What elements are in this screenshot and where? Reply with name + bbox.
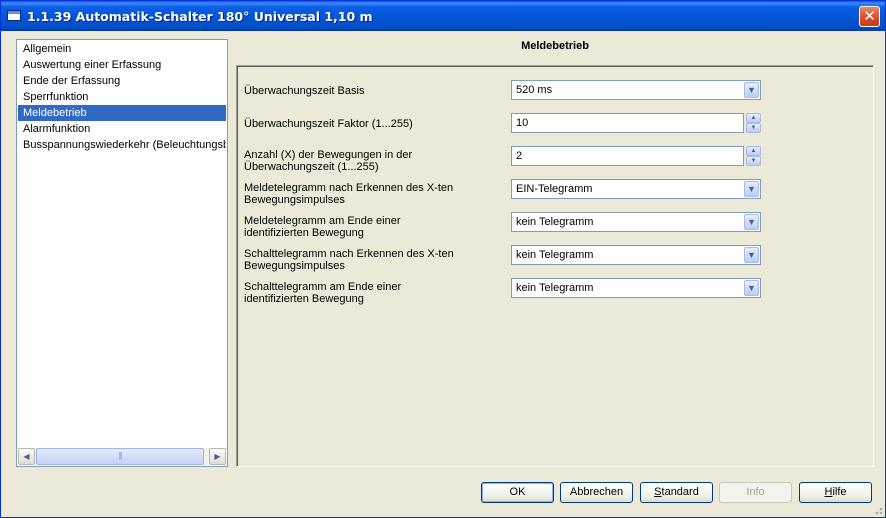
field-value: EIN-Telegramm <box>516 183 593 195</box>
panel-title: Meldebetrieb <box>521 40 589 52</box>
chevron-down-icon[interactable]: ▼ <box>744 280 759 296</box>
param-label-line: Meldetelegramm nach Erkennen des X-ten <box>244 182 454 194</box>
standard-button[interactable]: Standard <box>640 482 713 503</box>
parameter-panel: Überwachungszeit Basis 520 ms ▼ Überwachung… <box>236 65 874 467</box>
dropdown-select[interactable]: 520 ms ▼ <box>511 80 761 100</box>
dropdown-select[interactable]: kein Telegramm ▼ <box>511 278 761 298</box>
spinner-buttons: ▲ ▼ <box>746 146 761 166</box>
param-label: Überwachungszeit Faktor (1...255) <box>244 118 504 130</box>
param-label: Schalttelegramm am Ende einer identifizie… <box>244 281 504 305</box>
tree-item[interactable]: Allgemein <box>18 41 226 57</box>
dropdown-select[interactable]: kein Telegramm ▼ <box>511 212 761 232</box>
param-label-line: Überwachungszeit Faktor (1...255) <box>244 118 413 130</box>
spin-up-icon[interactable]: ▲ <box>746 146 761 156</box>
param-label-line: Überwachungszeit (1...255) <box>244 161 379 173</box>
tree-items: Allgemein Auswertung einer Erfassung Ende … <box>18 41 226 445</box>
window-icon <box>7 10 21 21</box>
param-label-line: Bewegungsimpulses <box>244 194 345 206</box>
field-value: kein Telegramm <box>516 249 594 261</box>
field-value: kein Telegramm <box>516 282 594 294</box>
chevron-down-icon[interactable]: ▼ <box>744 82 759 98</box>
param-label-line: Meldetelegramm am Ende einer <box>244 215 401 227</box>
param-label-line: identifizierten Bewegung <box>244 227 364 239</box>
param-label-line: Überwachungszeit Basis <box>244 85 365 97</box>
number-input[interactable]: 2 <box>511 146 744 166</box>
param-label: Überwachungszeit Basis <box>244 85 504 97</box>
field-value: 520 ms <box>516 84 553 96</box>
scroll-right-icon[interactable]: ▶ <box>209 448 226 465</box>
param-label-line: identifizierten Bewegung <box>244 293 364 305</box>
dialog-window: 1.1.39 Automatik-Schalter 180° Universal… <box>0 0 886 518</box>
resize-grip-icon[interactable] <box>873 505 883 515</box>
parameter-tree: Allgemein Auswertung einer Erfassung Ende … <box>16 39 228 467</box>
scroll-thumb[interactable]: ||| <box>36 448 204 465</box>
param-label: Anzahl (X) der Bewegungen in der Überwach… <box>244 149 504 173</box>
scroll-left-icon[interactable]: ◀ <box>18 448 35 465</box>
spin-down-icon[interactable]: ▼ <box>746 156 761 166</box>
chevron-down-icon[interactable]: ▼ <box>744 247 759 263</box>
close-button[interactable]: ✕ <box>859 6 880 27</box>
param-label: Meldetelegramm nach Erkennen des X-ten Be… <box>244 182 504 206</box>
ok-button[interactable]: OK <box>481 482 554 503</box>
spin-up-icon[interactable]: ▲ <box>746 113 761 123</box>
tree-item[interactable]: Busspannungswiederkehr (Beleuchtungsbe <box>18 137 226 153</box>
dropdown-select[interactable]: kein Telegramm ▼ <box>511 245 761 265</box>
chevron-down-icon[interactable]: ▼ <box>744 214 759 230</box>
field-value: kein Telegramm <box>516 216 594 228</box>
chevron-down-icon[interactable]: ▼ <box>744 181 759 197</box>
tree-item[interactable]: Sperrfunktion <box>18 89 226 105</box>
spin-down-icon[interactable]: ▼ <box>746 123 761 133</box>
param-label: Schalttelegramm nach Erkennen des X-ten B… <box>244 248 504 272</box>
number-input[interactable]: 10 <box>511 113 744 133</box>
window-title: 1.1.39 Automatik-Schalter 180° Universal… <box>27 9 373 24</box>
cancel-button[interactable]: Abbrechen <box>560 482 633 503</box>
tree-item[interactable]: Auswertung einer Erfassung <box>18 57 226 73</box>
tree-item[interactable]: Alarmfunktion <box>18 121 226 137</box>
spinner-buttons: ▲ ▼ <box>746 113 761 133</box>
field-value: 2 <box>516 150 523 162</box>
horizontal-scrollbar[interactable]: ◀ ||| ▶ <box>18 448 226 465</box>
title-bar[interactable]: 1.1.39 Automatik-Schalter 180° Universal… <box>1 1 885 31</box>
info-button[interactable]: Info <box>719 482 792 503</box>
help-button[interactable]: Hilfe <box>799 482 872 503</box>
param-label-line: Schalttelegramm nach Erkennen des X-ten <box>244 248 454 260</box>
param-label-line: Anzahl (X) der Bewegungen in der <box>244 149 413 161</box>
tree-item[interactable]: Ende der Erfassung <box>18 73 226 89</box>
param-label-line: Bewegungsimpulses <box>244 260 345 272</box>
dropdown-select[interactable]: EIN-Telegramm ▼ <box>511 179 761 199</box>
tree-item[interactable]: Meldebetrieb <box>18 105 226 121</box>
param-label: Meldetelegramm am Ende einer identifizier… <box>244 215 504 239</box>
param-label-line: Schalttelegramm am Ende einer <box>244 281 402 293</box>
field-value: 10 <box>516 117 529 129</box>
